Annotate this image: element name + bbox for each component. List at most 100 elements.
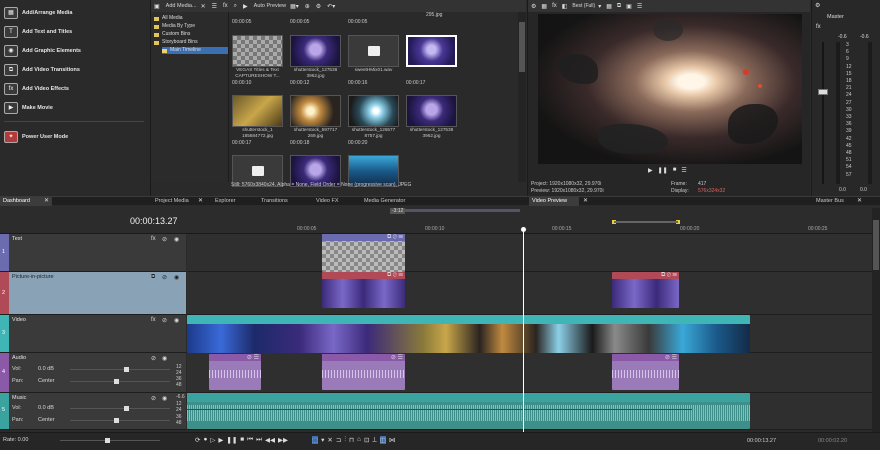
media-scrollbar[interactable] [518, 12, 526, 182]
tab-project-media[interactable]: Project Media [152, 197, 192, 206]
media-thumb[interactable]: shutterstock_1 185684772.jpg [230, 87, 285, 138]
play-icon[interactable]: ▶ [648, 167, 653, 174]
snap-icon[interactable]: ⟂ [372, 436, 376, 444]
power-user-mode-button[interactable]: ✦ Power User Mode [4, 130, 68, 144]
slider-thumb[interactable] [124, 406, 129, 411]
auto-preview-toggle[interactable]: Auto Preview [254, 3, 286, 9]
pan-slider[interactable] [70, 379, 170, 384]
rate-slider[interactable] [60, 438, 160, 443]
overlay-icon[interactable]: ▦ [606, 3, 612, 10]
remove-icon[interactable]: ✕ [201, 3, 206, 10]
vol-slider[interactable] [70, 367, 170, 372]
views-icon[interactable]: ▦▾ [290, 3, 299, 10]
tab-video-preview[interactable]: Video Preview [529, 197, 579, 206]
audio-clip[interactable]: ⊘ ☰ [322, 354, 405, 390]
playhead-line[interactable] [523, 232, 524, 432]
undo-icon[interactable]: ↶▾ [327, 3, 335, 10]
media-thumb[interactable]: sweetHMix01.wav [346, 27, 401, 73]
delete-icon[interactable]: ✕ [327, 436, 332, 444]
audio-clip[interactable]: ⊘ ☰ [209, 354, 261, 390]
track-header-music[interactable]: 5 Music ⊘ ◉ Vol: 0.0 dB Pan: Center [0, 393, 186, 430]
tab-transitions[interactable]: Transitions [258, 197, 291, 206]
add-arrange-media-button[interactable]: ▦ Add/Arrange Media [4, 6, 72, 20]
solo-icon[interactable]: ◉ [174, 236, 179, 243]
close-icon[interactable]: ✕ [583, 197, 588, 206]
slider-thumb[interactable] [105, 438, 110, 443]
pip-clip[interactable]: ⧉ ⊘ ☰ [322, 272, 405, 308]
media-thumb[interactable]: shutterstock_127538 3962.jpg [288, 27, 343, 78]
slider-thumb[interactable] [114, 379, 119, 384]
properties-icon[interactable]: ☰ [212, 3, 217, 10]
chevron-down-icon[interactable]: ▾ [598, 3, 601, 10]
loop-region[interactable] [405, 209, 520, 212]
next-frame-icon[interactable]: ⏭ [256, 436, 262, 444]
media-thumb[interactable]: shutterstock_597717 269.jpg [288, 87, 343, 138]
scroll-thumb[interactable] [519, 22, 525, 72]
fx-icon[interactable]: fx [151, 236, 156, 242]
solo-icon[interactable]: ◉ [162, 355, 167, 362]
mute-icon[interactable]: ⊘ [162, 236, 167, 243]
pause-icon[interactable]: ❚❚ [226, 436, 237, 444]
close-icon[interactable]: ✕ [198, 197, 203, 206]
menu-icon[interactable]: ☰ [681, 167, 686, 174]
media-thumb[interactable]: shutterstock_127538 3962.jpg [404, 87, 459, 138]
close-icon[interactable]: ✕ [857, 197, 862, 206]
play-from-start-icon[interactable]: ▷ [210, 436, 215, 444]
play-icon[interactable]: ▶ [218, 436, 223, 444]
pip-clip[interactable]: ⧉ ⊘ ☰ [612, 272, 679, 308]
compositing-icon[interactable]: ⧉ [151, 274, 155, 281]
tab-master-bus[interactable]: Master Bus [813, 197, 847, 206]
stop-icon[interactable]: ■ [240, 436, 244, 444]
solo-icon[interactable]: ◉ [162, 395, 167, 402]
mute-icon[interactable]: ⊘ [162, 274, 167, 281]
pan-slider[interactable] [70, 418, 170, 423]
normal-edit-tool-icon[interactable]: ⬚ [312, 436, 319, 444]
stop-icon[interactable]: ■ [673, 167, 677, 174]
text-clip[interactable]: ⧉ ⊘ ☰ [322, 234, 405, 272]
auto-crossfade-icon[interactable]: ⋈ [389, 436, 396, 444]
mute-icon[interactable]: ⊘ [162, 317, 167, 324]
grid-icon[interactable]: ▦ [541, 3, 547, 10]
close-icon[interactable]: ✕ [44, 197, 49, 206]
marker-icon[interactable]: ⌂ [357, 436, 361, 444]
track-header-text[interactable]: 1 Text fx ⊘ ◉ [0, 234, 186, 272]
add-graphic-elements-button[interactable]: ◉ Add Graphic Elements [4, 44, 81, 58]
pause-icon[interactable]: ❚❚ [658, 167, 668, 174]
solo-icon[interactable]: ◉ [174, 274, 179, 281]
split-icon[interactable]: ◧ [562, 3, 568, 10]
zoom-icon[interactable]: ⊕ [305, 3, 310, 10]
track-header-video[interactable]: 3 Video fx ⊘ ◉ [0, 315, 186, 353]
gear-icon[interactable]: ⚙ [316, 3, 321, 10]
tab-video-fx[interactable]: Video FX [313, 197, 342, 206]
slider-thumb[interactable] [114, 418, 119, 423]
master-fader[interactable] [818, 89, 828, 95]
lane-text[interactable] [187, 234, 880, 272]
copy-icon[interactable]: ⧉ [617, 3, 621, 10]
quality-dropdown[interactable]: Best (Full) [572, 3, 595, 9]
timeline-scrollbar[interactable] [872, 208, 880, 434]
tree-all-media[interactable]: All Media [154, 15, 183, 22]
loop-icon[interactable]: ⟳ [195, 436, 200, 444]
split-icon[interactable]: ⫶ [344, 436, 346, 444]
fx-icon[interactable]: fx [223, 3, 228, 9]
save-icon[interactable]: ▣ [626, 3, 632, 10]
play-icon[interactable]: ▶ [243, 3, 248, 10]
search-icon[interactable]: ⌕ [234, 3, 237, 10]
trim-icon[interactable]: ⊐ [336, 436, 341, 444]
add-video-transitions-button[interactable]: ⧉ Add Video Transitions [4, 63, 80, 77]
make-movie-button[interactable]: ▶ Make Movie [4, 101, 53, 115]
chevron-down-icon[interactable]: ▾ [321, 436, 324, 444]
add-media-button[interactable]: Add Media... [166, 3, 197, 9]
media-thumb[interactable]: shutterstock_126577 8757.jpg [346, 87, 401, 138]
mute-icon[interactable]: ⊘ [151, 395, 156, 402]
tree-media-by-type[interactable]: Media By Type [154, 23, 195, 30]
lane-audio[interactable] [187, 353, 880, 393]
media-thumb[interactable]: VEGAS Titles & Text CAPTURESHOW T... [230, 27, 285, 78]
region-icon[interactable]: ⊡ [364, 436, 369, 444]
add-media-icon[interactable]: ▣ [154, 3, 160, 10]
video-clip[interactable] [187, 315, 750, 353]
mute-icon[interactable]: ⊘ [151, 355, 156, 362]
add-text-titles-button[interactable]: T Add Text and Titles [4, 25, 72, 39]
slider-thumb[interactable] [124, 367, 129, 372]
media-thumb[interactable] [404, 27, 459, 73]
